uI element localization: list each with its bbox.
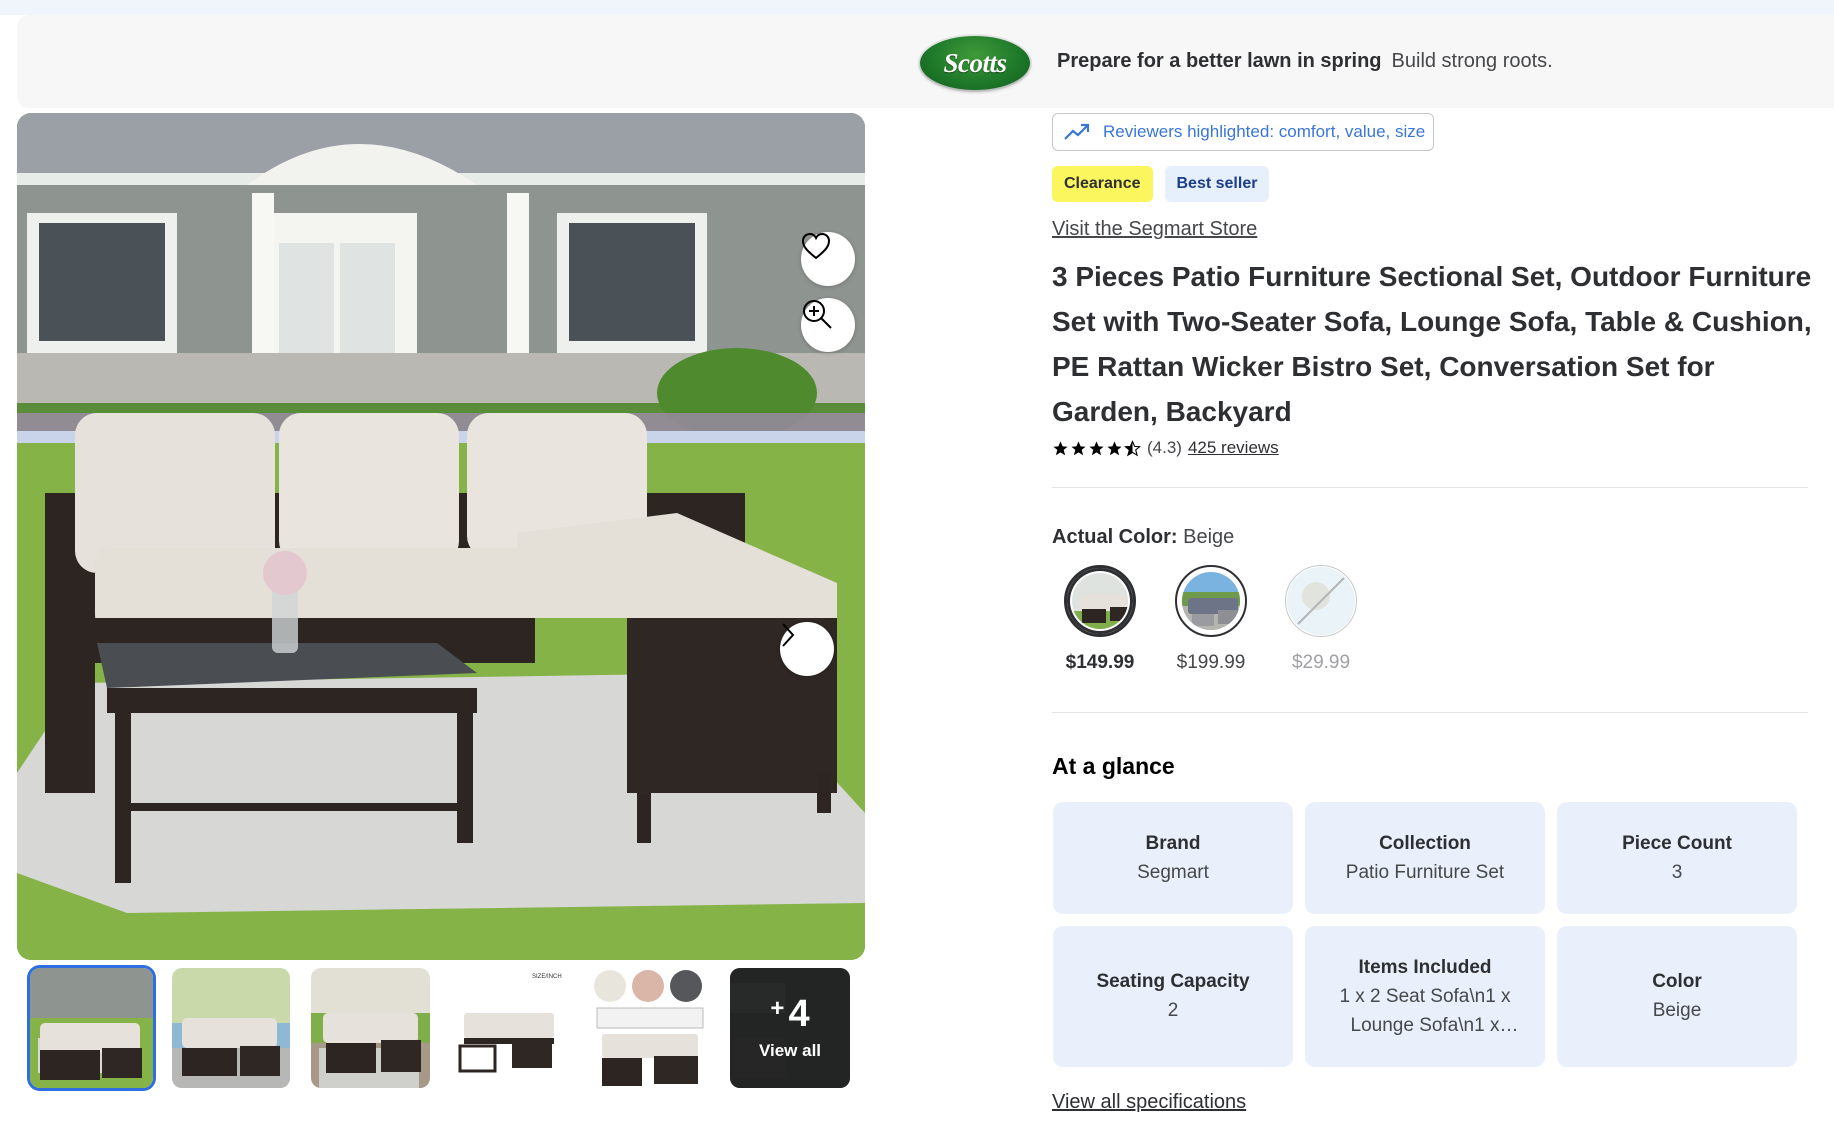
clearance-badge: Clearance [1052,166,1153,202]
swatch-image [1072,573,1128,629]
thumbnail-image [30,968,153,1088]
spec-card-brand: Brand Segmart [1053,802,1293,914]
color-value: Beige [1183,526,1235,548]
thumbnail[interactable] [592,968,708,1088]
spec-card-items-included: Items Included 1 x 2 Seat Sofa\n1 x Loun… [1305,926,1545,1067]
thumbnail-image: SIZE/INCH [452,968,570,1088]
spec-card-seating-capacity: Seating Capacity 2 [1053,926,1293,1067]
spec-value: Patio Furniture Set [1345,861,1505,883]
thumbnail-strip: SIZE/INCH +4 View all [30,968,860,1090]
heart-icon [801,232,831,260]
view-all-images-button[interactable]: +4 View all [730,968,850,1088]
reviews-link[interactable]: 425 reviews [1188,438,1279,458]
spec-value: 1 x 2 Seat Sofa\n1 x Lounge Sofa\n1 x Co… [1339,985,1511,1036]
star-rating [1052,439,1141,457]
rating-value: (4.3) [1147,438,1182,457]
zoom-button[interactable] [801,298,855,352]
star-full-icon [1107,440,1122,455]
at-a-glance-title: At a glance [1052,753,1175,779]
zoom-in-icon [803,300,832,329]
color-swatch-grey[interactable] [1175,565,1247,637]
reviewers-highlight-chip[interactable]: Reviewers highlighted: comfort, value, s… [1052,113,1435,151]
banner-subtext: Build strong roots. [1391,50,1553,72]
scotts-logo[interactable]: Scotts [920,36,1030,90]
rating-row: (4.3) 425 reviews [1052,438,1279,458]
thumbnail[interactable]: SIZE/INCH [452,968,570,1088]
logo-text: Scotts [943,47,1007,78]
view-all-specifications-link[interactable]: View all specifications [1052,1091,1246,1114]
thumbnail[interactable] [30,968,153,1088]
variant-price: $199.99 [1176,652,1246,673]
banner-text[interactable]: Prepare for a better lawn in spring Build… [1057,50,1553,73]
trending-up-icon [1064,123,1090,140]
view-all-label: View all [758,1041,822,1060]
thumbnail-image [172,968,290,1088]
unavailable-swatch-image [1287,567,1355,635]
star-full-icon [1053,440,1068,455]
badges: Clearance Best seller [1052,166,1270,202]
reviewers-highlight-text: Reviewers highlighted: comfort, value, s… [1103,122,1426,141]
spec-value: Beige [1652,1000,1702,1021]
product-title: 3 Pieces Patio Furniture Sectional Set, … [1052,261,1812,427]
spec-value: 2 [1167,1000,1179,1021]
spec-key: Brand [1145,832,1201,854]
svg-text:SIZE/INCH: SIZE/INCH [532,974,562,980]
color-swatch-unavailable[interactable] [1285,565,1357,637]
spec-card-collection: Collection Patio Furniture Set [1305,802,1545,914]
main-product-image[interactable] [17,113,865,960]
product-illustration [17,113,865,960]
next-image-button[interactable] [780,622,834,676]
thumbnail[interactable] [172,968,290,1088]
divider [1052,712,1808,713]
banner-headline: Prepare for a better lawn in spring [1057,50,1382,72]
chevron-right-icon [782,623,795,647]
variant-price: $149.99 [1065,652,1135,673]
spec-key: Piece Count [1622,832,1732,854]
visit-store-link[interactable]: Visit the Segmart Store [1052,218,1257,241]
spec-key: Seating Capacity [1096,971,1250,992]
more-images-count: +4 [770,993,810,1035]
thumbnail-image [311,968,430,1088]
star-full-icon [1071,440,1086,455]
top-strip [0,0,1834,15]
spec-card-color: Color Beige [1557,926,1797,1067]
spec-value: 3 [1671,861,1683,883]
spec-key: Collection [1379,832,1471,854]
spec-value: Segmart [1137,861,1209,883]
thumbnail-image [592,968,708,1088]
view-all-overlay: +4 View all [730,968,850,1088]
divider [1052,487,1808,488]
spec-key: Color [1652,971,1702,992]
star-half-icon [1124,439,1141,456]
favorite-button[interactable] [801,232,855,286]
spec-card-piece-count: Piece Count 3 [1557,802,1797,914]
swatch-image [1182,572,1240,630]
variant-price: $29.99 [1291,652,1351,673]
best-seller-badge: Best seller [1164,166,1270,202]
color-swatch-beige[interactable] [1064,565,1136,637]
spec-key: Items Included [1358,956,1492,978]
star-full-icon [1089,440,1104,455]
thumbnail[interactable] [311,968,430,1088]
color-label: Actual Color: Beige [1052,526,1235,548]
